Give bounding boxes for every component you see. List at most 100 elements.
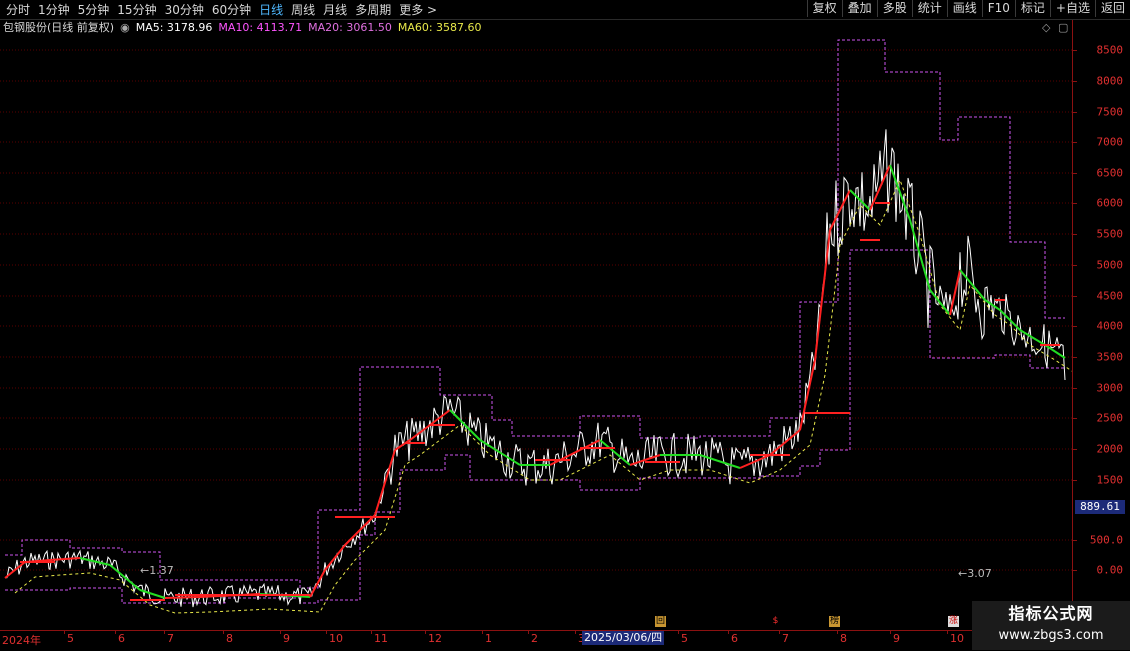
crosshair-date: 2025/03/06/四: [582, 631, 665, 645]
y-tick: [1073, 570, 1077, 571]
x-tick: [728, 631, 729, 634]
y-tick: [1073, 296, 1077, 297]
y-tick-label: 5000: [1096, 258, 1124, 272]
x-tick: [837, 631, 838, 634]
y-tick-label: 8000: [1096, 74, 1124, 88]
price-series: [4, 129, 1066, 608]
price-grid: [0, 49, 1072, 571]
action-button[interactable]: 返回: [1094, 0, 1130, 17]
current-price-tag: 889.61: [1075, 500, 1125, 514]
y-tick-label: 7000: [1096, 135, 1124, 149]
watermark-url: www.zbgs3.com: [998, 628, 1104, 643]
y-tick: [1073, 326, 1077, 327]
date-axis: 2024年567891011121235678910: [0, 630, 1072, 651]
right-price-annotation: ←3.07: [958, 567, 992, 580]
y-tick-label: 5500: [1096, 227, 1124, 241]
y-tick-label: 4000: [1096, 319, 1124, 333]
x-tick: [164, 631, 165, 634]
price-line: [4, 129, 1066, 608]
channel-band: [5, 39, 1065, 604]
x-tick-label: 6: [731, 632, 738, 645]
x-tick: [64, 631, 65, 634]
trend-segment: [799, 359, 816, 431]
x-tick-label: 10: [329, 632, 343, 645]
trend-segment: [374, 449, 396, 516]
y-tick: [1073, 540, 1077, 541]
y-tick-label: 4500: [1096, 289, 1124, 303]
x-tick-label: 8: [226, 632, 233, 645]
x-tick-label: 11: [374, 632, 388, 645]
event-marker-bang[interactable]: 榜: [829, 616, 840, 627]
x-tick-label: 5: [67, 632, 74, 645]
y-tick-label: 2000: [1096, 442, 1124, 456]
x-tick-label: 5: [681, 632, 688, 645]
low-price-annotation: ←1.37: [140, 564, 174, 577]
band-upper: [5, 39, 1065, 589]
y-tick: [1073, 203, 1077, 204]
trend-segment: [49, 557, 81, 561]
x-tick: [575, 631, 576, 634]
x-tick-label: 7: [167, 632, 174, 645]
x-tick-label: 6: [118, 632, 125, 645]
x-tick: [678, 631, 679, 634]
y-tick: [1073, 50, 1077, 51]
x-tick: [280, 631, 281, 634]
x-tick-label: 12: [428, 632, 442, 645]
x-tick: [371, 631, 372, 634]
y-tick-label: 0.00: [1096, 563, 1124, 577]
y-tick: [1073, 265, 1077, 266]
x-tick-label: 9: [283, 632, 290, 645]
x-tick: [223, 631, 224, 634]
y-tick: [1073, 112, 1077, 113]
y-tick: [1073, 418, 1077, 419]
x-tick-label: 8: [840, 632, 847, 645]
trend-segment: [1019, 329, 1046, 346]
y-tick: [1073, 480, 1077, 481]
trend-segment: [909, 219, 931, 291]
y-tick-label: 2500: [1096, 411, 1124, 425]
y-tick: [1073, 449, 1077, 450]
trend-segment: [814, 229, 831, 361]
y-tick: [1073, 173, 1077, 174]
y-tick: [1073, 234, 1077, 235]
x-tick: [890, 631, 891, 634]
price-axis: 8500 8000 7500 7000 6500 6000 5500 5000 4500 4000…: [1072, 20, 1130, 630]
band-lower: [5, 249, 1065, 604]
trend-segment: [324, 544, 346, 571]
site-watermark: 指标公式网 www.zbgs3.com: [972, 601, 1130, 650]
x-tick-label: 2024年: [2, 634, 41, 647]
x-tick-label: 1: [485, 632, 492, 645]
y-tick-label: 6000: [1096, 196, 1124, 210]
trend-segment: [549, 449, 581, 466]
y-tick: [1073, 142, 1077, 143]
y-tick: [1073, 357, 1077, 358]
event-marker-zhang[interactable]: 涨: [948, 616, 959, 627]
y-tick-label: 500.0: [1089, 533, 1123, 547]
y-tick-label: 3500: [1096, 350, 1124, 364]
x-tick: [326, 631, 327, 634]
trend-segment: [109, 564, 141, 591]
x-tick-label: 2: [531, 632, 538, 645]
x-tick: [779, 631, 780, 634]
watermark-title: 指标公式网: [1008, 604, 1094, 623]
kline-chart[interactable]: [0, 0, 1072, 630]
y-tick: [1073, 388, 1077, 389]
x-tick: [947, 631, 948, 634]
trend-segment: [309, 569, 326, 598]
x-tick: [425, 631, 426, 634]
event-marker-hui[interactable]: 回: [655, 616, 666, 627]
x-tick-label: 9: [893, 632, 900, 645]
y-tick-label: 8500: [1096, 43, 1124, 57]
trend-segment: [849, 189, 871, 211]
x-tick: [528, 631, 529, 634]
y-tick-label: 7500: [1096, 105, 1124, 119]
trend-segment: [829, 189, 851, 231]
y-tick: [1073, 81, 1077, 82]
event-marker-dollar[interactable]: $: [770, 616, 781, 627]
y-tick-label: 6500: [1096, 166, 1124, 180]
x-tick: [115, 631, 116, 634]
x-tick-label: 7: [782, 632, 789, 645]
y-tick-label: 1500: [1096, 473, 1124, 487]
x-tick-label: 10: [950, 632, 964, 645]
x-tick: [482, 631, 483, 634]
